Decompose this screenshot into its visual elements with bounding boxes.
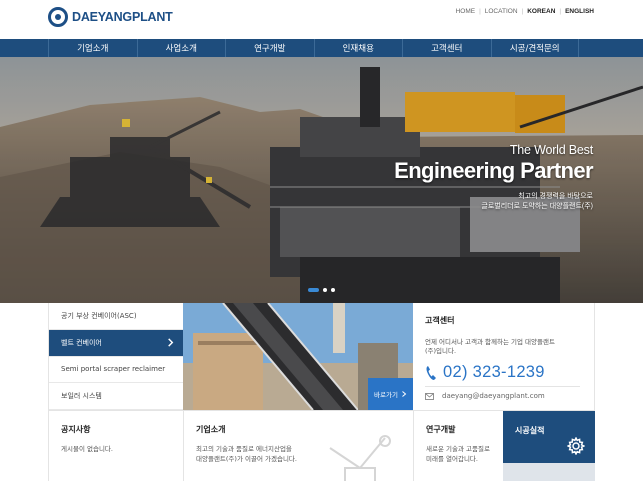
util-link-english[interactable]: ENGLISH	[565, 8, 594, 15]
product-item-label: 공기 부상 컨베이어(ASC)	[61, 311, 137, 320]
product-photo: 바로가기	[183, 303, 413, 410]
hero-line-1: The World Best	[509, 143, 593, 157]
header: DAEYANGPLANT HOME | LOCATION | KOREAN | …	[0, 0, 643, 39]
nav-item-rnd[interactable]: 연구개발	[225, 39, 314, 57]
shortcut-button-label: 바로가기	[374, 391, 398, 399]
util-separator: |	[559, 8, 562, 15]
content-row-1: 공기 부상 컨베이어(ASC) 벨트 컨베이어 Semi portal scra…	[48, 303, 595, 410]
company-card[interactable]: 기업소개 최고의 기술과 품질로 에너지산업을 대양플랜트(주)가 이끌어 가겠…	[183, 411, 413, 481]
chevron-right-icon	[402, 391, 407, 397]
shortcut-button[interactable]: 바로가기	[368, 378, 413, 410]
util-link-home[interactable]: HOME	[456, 8, 476, 15]
construction-card[interactable]: 시공실적	[503, 411, 595, 481]
util-separator: |	[521, 8, 524, 15]
hero-subtext: 최고의 경쟁력을 바탕으로 글로벌리더로 도약하는 대양플랜트(주)	[394, 192, 593, 212]
customer-center-desc: 언제 어디서나 고객과 함께하는 기업 대양플랜트(주)입니다.	[425, 338, 555, 355]
slide-pager	[308, 288, 335, 292]
chevron-right-icon	[168, 338, 174, 347]
rnd-desc-1: 새로운 기술과 고품질로	[426, 445, 490, 453]
rnd-desc: 새로운 기술과 고품질로 미래를 열어갑니다.	[426, 445, 503, 464]
hero-subtext-1: 최고의 경쟁력을 바탕으로	[518, 193, 593, 200]
main-nav: 기업소개 사업소개 연구개발 인재채용 고객센터 시공/견적문의	[0, 39, 643, 57]
mail-icon	[425, 392, 434, 400]
nav-item-business[interactable]: 사업소개	[136, 39, 226, 57]
product-item-belt-conveyor[interactable]: 벨트 컨베이어	[49, 329, 183, 357]
customer-center: 고객센터 언제 어디서나 고객과 함께하는 기업 대양플랜트(주)입니다. 02…	[413, 303, 595, 410]
util-separator: |	[479, 8, 481, 15]
logo-text: DAEYANGPLANT	[72, 10, 173, 24]
gear-icon	[567, 437, 585, 455]
slide-dot-1[interactable]	[308, 288, 319, 292]
hero-tagline: The World Best Engineering Partner 최고의 경…	[394, 143, 593, 212]
logo-gear-icon	[48, 7, 68, 27]
construction-title: 시공실적	[515, 426, 545, 435]
product-item-label: Semi portal scraper reclaimer	[61, 365, 166, 374]
product-item-label: 벨트 컨베이어	[61, 338, 102, 347]
phone-number[interactable]: 02) 323-1239	[425, 363, 594, 382]
hero-line-2: Engineering Partner	[394, 158, 593, 183]
notice-card[interactable]: 공지사항 게시물이 없습니다.	[48, 411, 183, 481]
page: DAEYANGPLANT HOME | LOCATION | KOREAN | …	[0, 0, 643, 481]
hero-subtext-2: 글로벌리더로 도약하는 대양플랜트(주)	[481, 203, 593, 210]
product-item-boiler-system[interactable]: 보일러 시스템	[49, 383, 183, 410]
divider	[425, 386, 580, 387]
product-item-scraper-reclaimer[interactable]: Semi portal scraper reclaimer	[49, 357, 183, 384]
customer-center-title: 고객센터	[425, 316, 455, 325]
nav-item-recruit[interactable]: 인재채용	[313, 39, 403, 57]
slide-dot-3[interactable]	[331, 288, 335, 292]
product-item-label: 보일러 시스템	[61, 392, 102, 401]
notice-title: 공지사항	[61, 425, 91, 434]
email-text: daeyang@daeyangplant.com	[442, 392, 545, 400]
phone-number-text: 02) 323-1239	[443, 363, 545, 381]
content-row-2: 공지사항 게시물이 없습니다. 기업소개 최고의 기술과 품질로 에너지산업을 …	[48, 410, 595, 481]
nav-item-support[interactable]: 고객센터	[402, 39, 491, 57]
rnd-title: 연구개발	[426, 425, 456, 434]
phone-icon	[426, 365, 436, 380]
slide-dot-2[interactable]	[323, 288, 327, 292]
rnd-card[interactable]: 연구개발 새로운 기술과 고품질로 미래를 열어갑니다.	[413, 411, 503, 481]
rnd-desc-2: 미래를 열어갑니다.	[426, 454, 478, 463]
product-list: 공기 부상 컨베이어(ASC) 벨트 컨베이어 Semi portal scra…	[48, 303, 183, 410]
logo[interactable]: DAEYANGPLANT	[48, 7, 173, 27]
machine-watermark-icon	[329, 435, 391, 481]
notice-empty-text: 게시물이 없습니다.	[61, 445, 113, 453]
nav-item-company[interactable]: 기업소개	[48, 39, 137, 57]
utility-nav: HOME | LOCATION | KOREAN | ENGLISH	[456, 8, 594, 15]
product-item-asc[interactable]: 공기 부상 컨베이어(ASC)	[49, 303, 183, 330]
email-address[interactable]: daeyang@daeyangplant.com	[425, 392, 594, 400]
util-link-location[interactable]: LOCATION	[485, 8, 518, 15]
construction-card-footer	[503, 463, 595, 481]
hero-banner: The World Best Engineering Partner 최고의 경…	[0, 57, 643, 303]
util-link-korean[interactable]: KOREAN	[527, 8, 555, 15]
nav-item-inquiry[interactable]: 시공/견적문의	[490, 39, 579, 57]
